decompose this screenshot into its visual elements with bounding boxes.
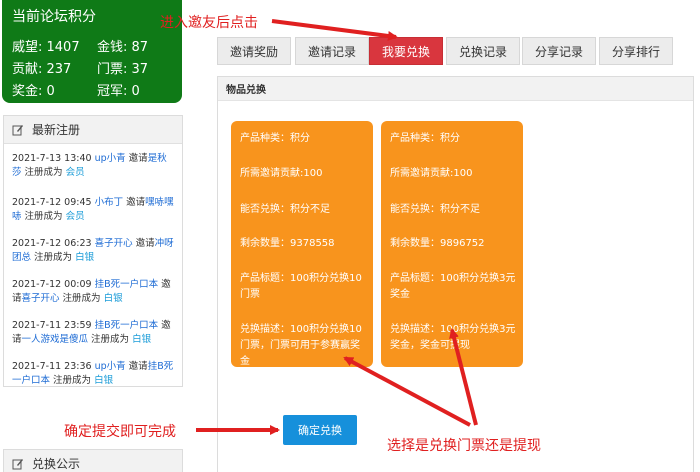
annotation-submit: 确定提交即可完成 — [64, 424, 176, 440]
annotation-click-exchange: 进入邀友后点击 — [160, 15, 258, 31]
arrow-to-bonus-card — [449, 328, 478, 426]
page: 当前论坛积分 威望: 1407 金钱: 87 贡献: 237 门票: 37 奖金… — [0, 0, 700, 472]
arrow-to-ticket-card — [343, 356, 471, 427]
arrow-to-exchange-tab — [271, 19, 398, 41]
annotation-choose: 选择是兑换门票还是提现 — [387, 438, 541, 454]
annotation-arrows — [196, 19, 478, 435]
